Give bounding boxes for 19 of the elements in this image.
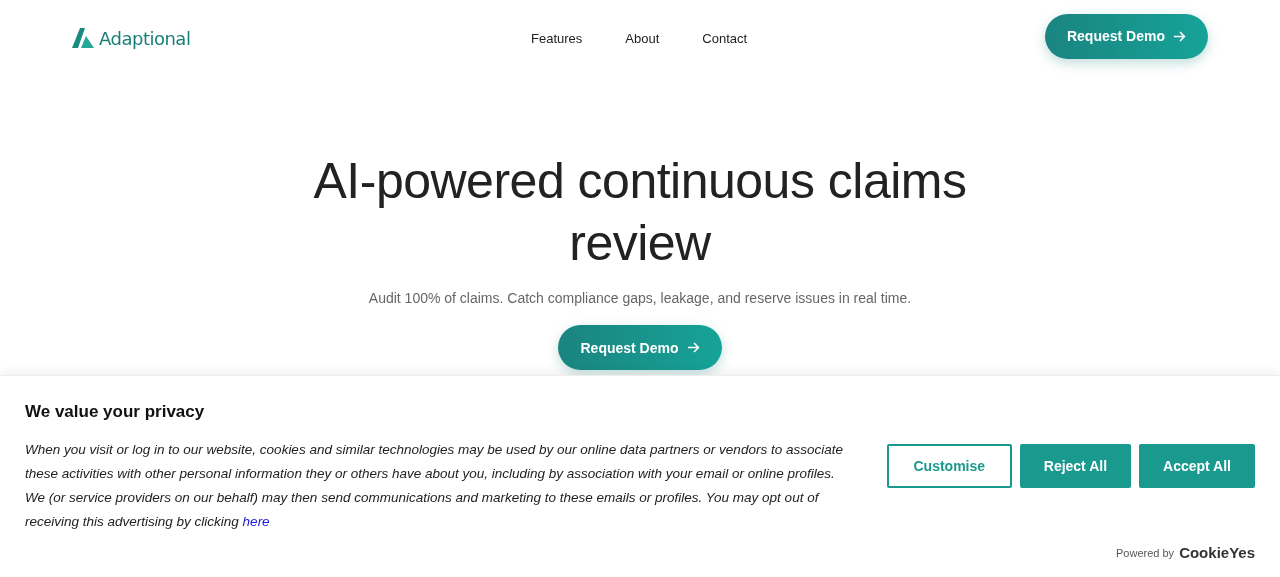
consent-button[interactable]: Customise bbox=[886, 444, 1012, 488]
hero-title: AI-powered continuous claims review bbox=[312, 152, 968, 273]
nav-link[interactable]: About bbox=[625, 30, 660, 46]
banner-title: We value your privacy bbox=[25, 402, 206, 422]
arrow-right-icon bbox=[1173, 30, 1186, 42]
logo-icon bbox=[72, 28, 94, 48]
request-demo-button[interactable]: Request Demo bbox=[558, 325, 722, 370]
consent-button[interactable]: Accept All bbox=[1139, 444, 1255, 488]
powered-by-label: Powered by bbox=[1116, 546, 1175, 559]
nav-link[interactable]: Features bbox=[531, 30, 583, 46]
nav-link[interactable]: Contact bbox=[702, 30, 748, 46]
hero-subtitle: Audit 100% of claims. Catch compliance gaps, leakage, and reserve issues in real time. bbox=[368, 290, 912, 306]
banner-text: When you visit or log in to our website, cookies and similar technologies may be used by our online data partners or vendors to associate these activities with other personal information they or others have about you, including by association with your email or online profiles. We (or service providers on our behalf) may then send communications and marketing to these emails or profiles. You may opt out of receiving this advertising by clicking here bbox=[25, 441, 844, 531]
here-link[interactable]: here bbox=[242, 514, 270, 529]
brand-name: Adaptional bbox=[99, 27, 191, 49]
vendor-logo: CookieYes bbox=[1179, 544, 1255, 561]
consent-button[interactable]: Reject All bbox=[1019, 444, 1132, 488]
arrow-right-icon bbox=[686, 342, 700, 353]
request-demo-button[interactable]: Request Demo bbox=[1044, 13, 1208, 59]
